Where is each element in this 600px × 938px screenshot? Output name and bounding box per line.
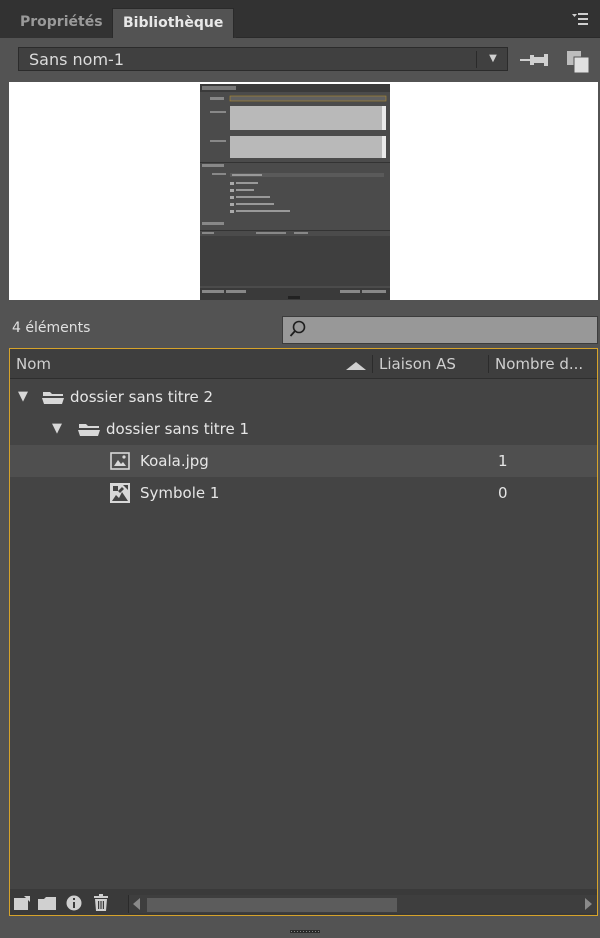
column-header-name[interactable]: Nom <box>16 349 51 379</box>
list-item[interactable]: ▼ dossier sans titre 2 <box>10 381 597 413</box>
scrollbar-thumb[interactable] <box>147 898 397 912</box>
resize-grip-icon[interactable] <box>290 922 320 933</box>
column-divider[interactable] <box>372 355 373 373</box>
item-preview <box>9 82 598 300</box>
list-item-usage: 1 <box>498 452 508 470</box>
library-item-list[interactable]: Nom Liaison AS Nombre d... ▼ dossier san… <box>9 348 598 916</box>
list-item-label: Symbole 1 <box>140 484 220 502</box>
folder-open-icon <box>78 421 100 441</box>
new-symbol-icon[interactable] <box>14 896 30 914</box>
expanded-triangle-icon[interactable]: ▼ <box>18 389 28 404</box>
properties-info-icon[interactable] <box>66 895 82 915</box>
scroll-right-icon[interactable] <box>585 898 593 914</box>
bitmap-icon <box>110 452 130 474</box>
scroll-left-icon[interactable] <box>133 898 141 914</box>
list-item[interactable]: Koala.jpg 1 <box>10 445 597 477</box>
library-selector-value: Sans nom-1 <box>29 50 124 69</box>
list-item-label: Koala.jpg <box>140 452 209 470</box>
search-input[interactable] <box>282 316 598 344</box>
sort-ascending-icon[interactable] <box>346 359 366 375</box>
folder-open-icon <box>42 389 64 409</box>
horizontal-scrollbar[interactable] <box>128 895 597 913</box>
list-item-label: dossier sans titre 2 <box>70 388 214 406</box>
new-folder-icon[interactable] <box>38 897 56 914</box>
selector-divider <box>476 51 477 68</box>
item-count: 4 éléments <box>12 320 91 336</box>
expanded-triangle-icon[interactable]: ▼ <box>52 421 62 436</box>
list-header: Nom Liaison AS Nombre d... <box>10 349 597 379</box>
pin-library-icon[interactable] <box>520 50 550 70</box>
list-item[interactable]: ▼ dossier sans titre 1 <box>10 413 597 445</box>
delete-trash-icon[interactable] <box>94 894 108 915</box>
column-divider[interactable] <box>488 355 489 373</box>
tab-library[interactable]: Bibliothèque <box>112 8 235 38</box>
list-item[interactable]: Symbole 1 0 <box>10 477 597 509</box>
panel-menu-icon[interactable] <box>572 12 588 26</box>
preview-thumbnail <box>200 84 390 300</box>
column-header-linkage[interactable]: Liaison AS <box>379 349 456 379</box>
tab-divider <box>236 37 600 38</box>
column-header-usage[interactable]: Nombre d... <box>495 349 583 379</box>
list-item-label: dossier sans titre 1 <box>106 420 250 438</box>
search-icon <box>289 320 307 338</box>
tab-properties[interactable]: Propriétés <box>10 8 113 38</box>
movieclip-symbol-icon <box>110 483 130 507</box>
chevron-down-icon[interactable]: ▼ <box>484 50 502 68</box>
library-selector[interactable]: Sans nom-1 ▼ <box>18 47 508 71</box>
list-item-usage: 0 <box>498 484 508 502</box>
new-library-panel-icon[interactable] <box>566 48 590 74</box>
